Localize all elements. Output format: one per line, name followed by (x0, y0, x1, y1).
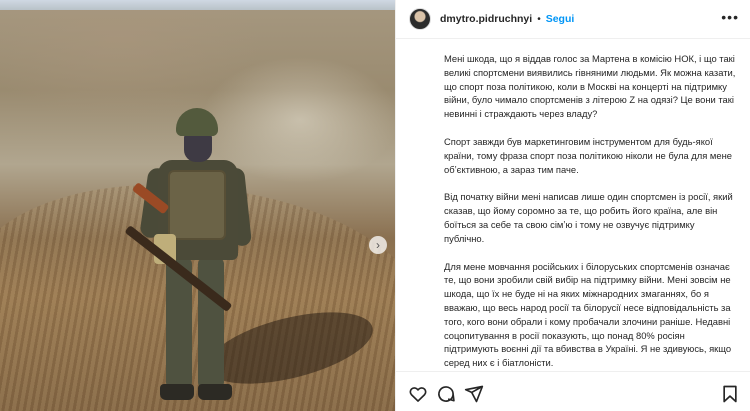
caption-paragraph: Спорт завжди був маркетинговим інструмен… (444, 135, 732, 175)
soldier-boot-left (160, 384, 194, 400)
heart-icon (409, 387, 427, 402)
avatar[interactable] (409, 8, 431, 30)
soldier-face (184, 132, 212, 162)
post-sidebar: dmytro.pidruchnyi • Segui ••• Мені шкода… (395, 0, 750, 411)
caption-paragraph: Від початку війни мені написав лише один… (444, 191, 733, 244)
caption-paragraph: Для мене мовчання російських і білоруськ… (444, 260, 732, 369)
comment-icon (438, 386, 455, 402)
bookmark-icon (723, 385, 737, 403)
separator-dot: • (537, 13, 541, 25)
carousel-next-button[interactable]: › (369, 236, 387, 254)
like-button[interactable] (408, 384, 428, 404)
share-button[interactable] (464, 384, 484, 404)
follow-button[interactable]: Segui (546, 13, 575, 25)
soldier-helmet (176, 108, 218, 136)
username-link[interactable]: dmytro.pidruchnyi (440, 13, 532, 25)
save-button[interactable] (720, 384, 740, 404)
share-icon (464, 385, 484, 403)
soldier-vest (168, 170, 226, 240)
caption-paragraph: Мені шкода, що я віддав голос за Мартена… (444, 53, 736, 120)
photo-sky (0, 0, 395, 10)
chevron-right-icon: › (376, 238, 380, 252)
photo-soldier-figure (138, 108, 256, 408)
soldier-leg-right (198, 258, 224, 388)
comment-button[interactable] (436, 384, 456, 404)
soldier-boot-right (198, 384, 232, 400)
post-photo[interactable]: › (0, 0, 395, 411)
more-options-icon[interactable]: ••• (721, 10, 739, 24)
post-actions-bar (396, 371, 750, 411)
post-caption: Мені шкода, що я віддав голос за Мартена… (444, 52, 736, 370)
post-header: dmytro.pidruchnyi • Segui ••• (396, 0, 750, 39)
